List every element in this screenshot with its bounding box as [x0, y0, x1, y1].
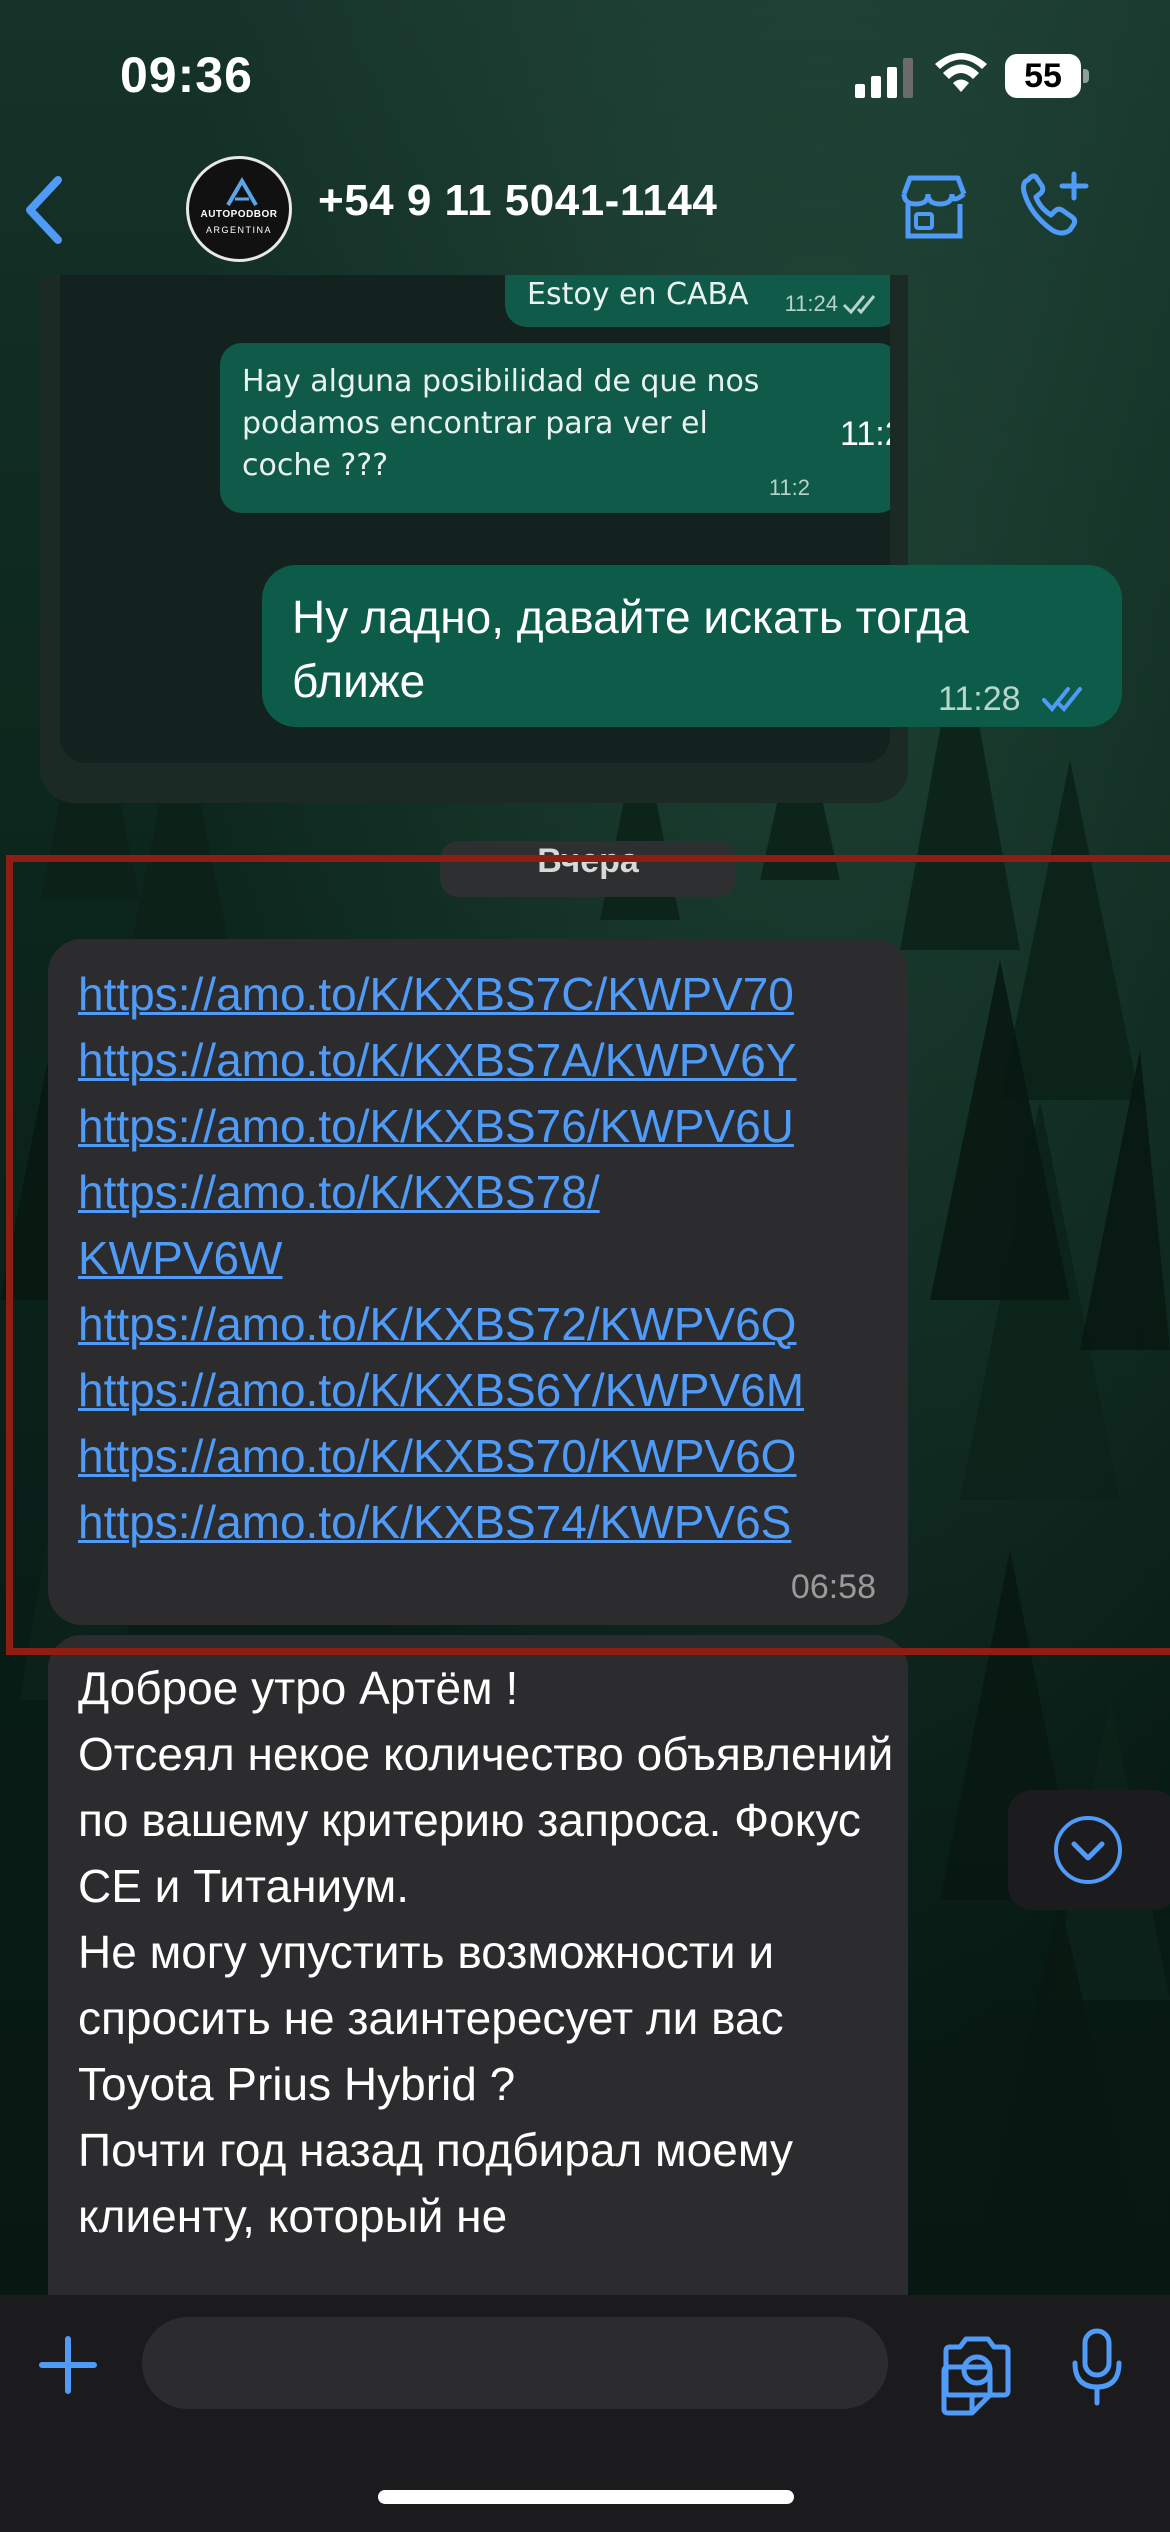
scroll-to-bottom-button[interactable]	[1008, 1790, 1170, 1910]
incoming-message-text[interactable]: Доброе утро Артём ! Отсеял некое количес…	[48, 1635, 908, 2295]
image-message-time: 11:27	[840, 415, 890, 453]
screenshot-message-text: Estoy en CABA	[527, 277, 749, 312]
phone-plus-icon[interactable]	[1016, 170, 1092, 242]
outgoing-message[interactable]: Ну ладно, давайте искать тогда ближе 11:…	[262, 565, 1122, 727]
microphone-icon[interactable]	[1070, 2327, 1124, 2407]
avatar-line1: AUTOPODBOR	[200, 209, 278, 220]
chevron-left-icon[interactable]	[20, 172, 70, 248]
contact-name[interactable]: +54 9 11 5041-1144	[318, 176, 717, 226]
double-check-icon	[842, 295, 876, 315]
status-bar: 09:36 55	[0, 0, 1170, 150]
wifi-icon	[935, 53, 987, 92]
screenshot-message-time: 11:24	[784, 291, 838, 316]
storefront-icon[interactable]	[898, 172, 970, 242]
chat-header: AUTOPODBOR ARGENTINA +54 9 11 5041-1144	[0, 150, 1170, 275]
cellular-signal-icon	[855, 58, 913, 98]
autopodbor-logo-icon	[226, 177, 258, 207]
battery-level: 55	[1005, 54, 1081, 98]
status-time: 09:36	[120, 47, 253, 103]
chevron-down-circle-icon	[1054, 1816, 1122, 1884]
screenshot-bubble: Hay alguna posibilidad de que nos podamo…	[220, 343, 890, 513]
camera-icon[interactable]	[940, 2335, 1014, 2399]
battery-tip	[1083, 69, 1089, 83]
message-list[interactable]: Estoy en CABA 11:24 Hay alguna posibilid…	[0, 275, 1170, 2295]
screenshot-bubble: Estoy en CABA 11:24	[505, 275, 890, 327]
double-check-read-icon	[1042, 687, 1082, 713]
home-indicator[interactable]	[378, 2490, 794, 2504]
screenshot-message-text: Hay alguna posibilidad de que nos podamo…	[242, 364, 760, 483]
avatar[interactable]: AUTOPODBOR ARGENTINA	[186, 156, 292, 262]
message-time: 11:28	[938, 680, 1021, 718]
message-text: Доброе утро Артём ! Отсеял некое количес…	[78, 1662, 894, 2242]
highlight-annotation	[6, 855, 1170, 1655]
message-input[interactable]	[142, 2317, 993, 2416]
avatar-line2: ARGENTINA	[205, 225, 272, 235]
screenshot-message-time: 11:2	[768, 475, 810, 500]
battery-indicator: 55	[1005, 54, 1089, 98]
plus-icon[interactable]	[36, 2333, 100, 2397]
